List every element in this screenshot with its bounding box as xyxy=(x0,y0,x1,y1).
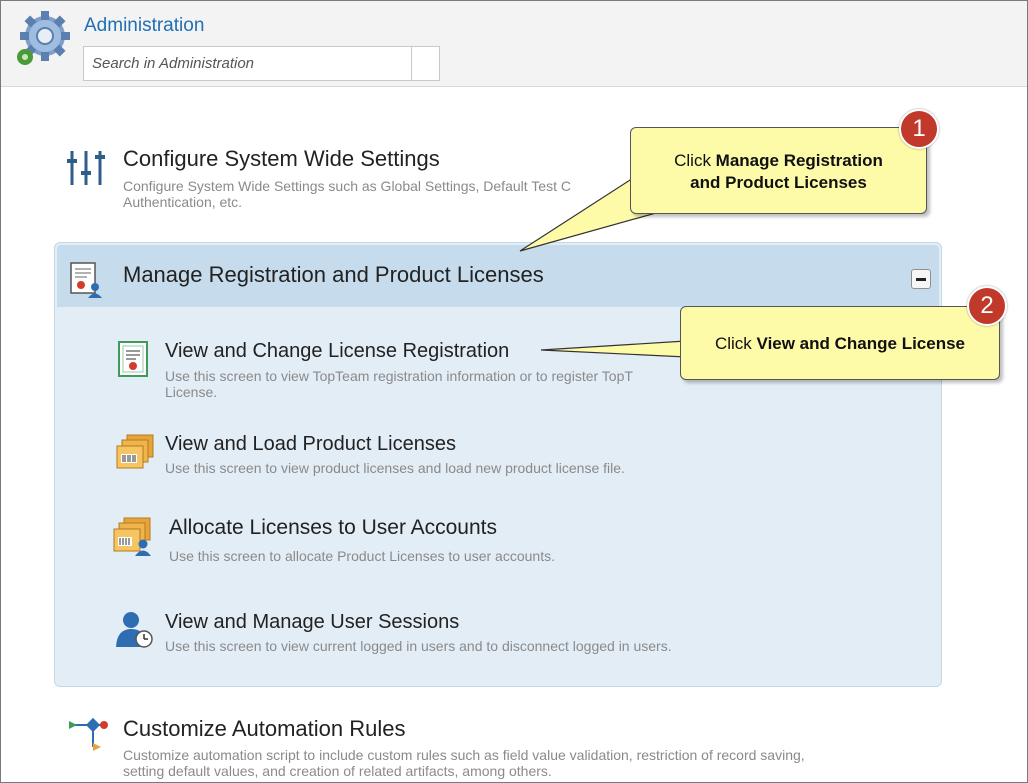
workflow-icon xyxy=(69,717,108,751)
item-view-manage-user-sessions[interactable]: View and Manage User Sessions xyxy=(165,611,459,634)
callout-2-badge: 2 xyxy=(967,286,1007,326)
certificate-icon xyxy=(118,341,148,377)
item-allocate-licenses[interactable]: Allocate Licenses to User Accounts xyxy=(169,516,497,540)
search-button[interactable] xyxy=(411,47,439,80)
manage-registration-header[interactable]: Manage Registration and Product Licenses xyxy=(57,245,939,307)
callout-1-bold-line1: Manage Registration xyxy=(715,151,883,170)
callout-2-bold: View and Change License xyxy=(756,334,966,353)
item-view-change-license-registration-desc2: License. xyxy=(165,384,218,400)
collapse-button[interactable] xyxy=(911,269,931,289)
page-title: Administration xyxy=(84,15,205,36)
sliders-icon xyxy=(67,151,105,185)
callout-1-badge: 1 xyxy=(899,109,939,149)
administration-window: Administration Configure System Wide Set… xyxy=(0,0,1028,783)
section-configure-title[interactable]: Configure System Wide Settings xyxy=(123,146,440,172)
section-automation-title[interactable]: Customize Automation Rules xyxy=(123,716,405,742)
section-automation-desc-line1: Customize automation script to include c… xyxy=(123,747,805,763)
callout-1: Click Manage Registration and Product Li… xyxy=(630,127,927,214)
callout-2: Click View and Change License xyxy=(680,306,1000,380)
item-view-change-license-registration[interactable]: View and Change License Registration xyxy=(165,340,509,363)
search-input[interactable] xyxy=(84,47,412,80)
certificate-user-icon xyxy=(70,262,102,298)
collapse-icon xyxy=(916,277,926,281)
section-automation-desc-line2: setting default values, and creation of … xyxy=(123,763,552,779)
search-box xyxy=(83,46,440,81)
callout-2-prefix: Click xyxy=(714,334,757,353)
header: Administration xyxy=(1,1,1027,87)
gear-icon xyxy=(17,11,70,65)
license-boxes-user-icon xyxy=(113,517,151,556)
section-configure-desc-line1: Configure System Wide Settings such as G… xyxy=(123,178,571,194)
section-configure-desc-line2: Authentication, etc. xyxy=(123,194,243,210)
callout-1-bold-line2: and Product Licenses xyxy=(690,173,867,192)
item-view-manage-user-sessions-desc: Use this screen to view current logged i… xyxy=(165,638,672,654)
license-boxes-icon xyxy=(116,434,154,469)
item-view-load-product-licenses-desc: Use this screen to view product licenses… xyxy=(165,460,625,476)
item-view-load-product-licenses[interactable]: View and Load Product Licenses xyxy=(165,433,456,456)
item-view-change-license-registration-desc1: Use this screen to view TopTeam registra… xyxy=(165,368,633,384)
manage-registration-title: Manage Registration and Product Licenses xyxy=(123,262,544,287)
callout-1-prefix: Click xyxy=(674,151,716,170)
item-allocate-licenses-desc: Use this screen to allocate Product Lice… xyxy=(169,548,555,564)
user-clock-icon xyxy=(116,612,153,648)
